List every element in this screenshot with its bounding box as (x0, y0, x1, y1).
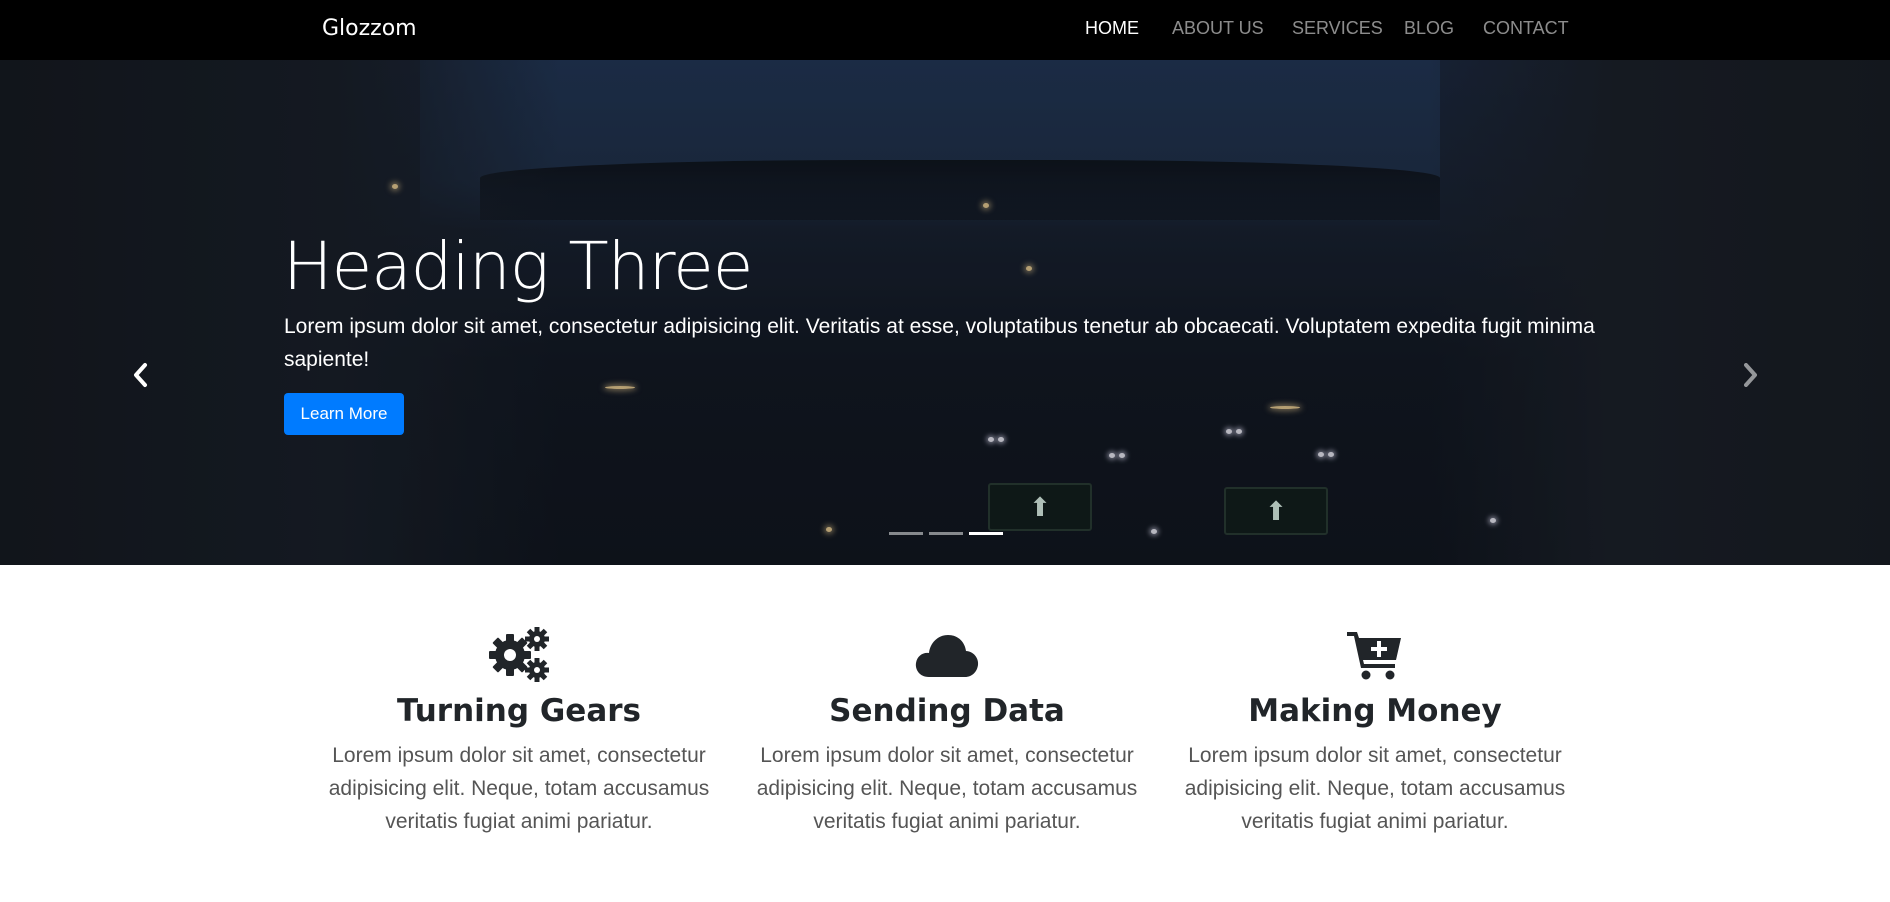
nav-item-home[interactable]: HOME (1085, 18, 1139, 39)
carousel-indicator-1[interactable] (889, 532, 923, 535)
hero-text: Lorem ipsum dolor sit amet, consectetur … (284, 315, 1595, 371)
feature-text: Lorem ipsum dolor sit amet, consectetur … (756, 744, 1138, 833)
cloud-icon (742, 625, 1152, 685)
nav-item-contact[interactable]: CONTACT (1483, 18, 1569, 39)
carousel-indicator-2[interactable] (929, 532, 963, 535)
cogs-icon (314, 625, 724, 685)
feature-title: Making Money (1248, 693, 1502, 729)
learn-more-button[interactable]: Learn More (284, 393, 404, 435)
feature-title: Turning Gears (397, 693, 641, 729)
feature-turning-gears: Turning Gears Lorem ipsum dolor sit amet… (314, 625, 724, 838)
hero-title: Heading Three (283, 228, 753, 305)
nav-item-about-us[interactable]: ABOUT US (1172, 18, 1264, 39)
feature-text: Lorem ipsum dolor sit amet, consectetur … (328, 744, 710, 833)
feature-sending-data: Sending Data Lorem ipsum dolor sit amet,… (742, 625, 1152, 838)
carousel-indicator-3[interactable] (969, 532, 1003, 535)
feature-text: Lorem ipsum dolor sit amet, consectetur … (1184, 744, 1566, 833)
brand-logo[interactable]: Glozzom (322, 16, 417, 41)
carousel-next-button[interactable] (1730, 355, 1770, 395)
carousel-indicators (889, 532, 1003, 535)
cart-plus-icon (1170, 625, 1580, 685)
chevron-right-icon (1744, 363, 1757, 387)
feature-title: Sending Data (829, 693, 1065, 729)
navbar: Glozzom HOME ABOUT US SERVICES BLOG CONT… (0, 0, 1890, 60)
nav-item-blog[interactable]: BLOG (1404, 18, 1454, 39)
feature-making-money: Making Money Lorem ipsum dolor sit amet,… (1170, 625, 1580, 838)
carousel-prev-button[interactable] (121, 355, 161, 395)
nav-item-services[interactable]: SERVICES (1292, 18, 1383, 39)
chevron-left-icon (134, 363, 147, 387)
